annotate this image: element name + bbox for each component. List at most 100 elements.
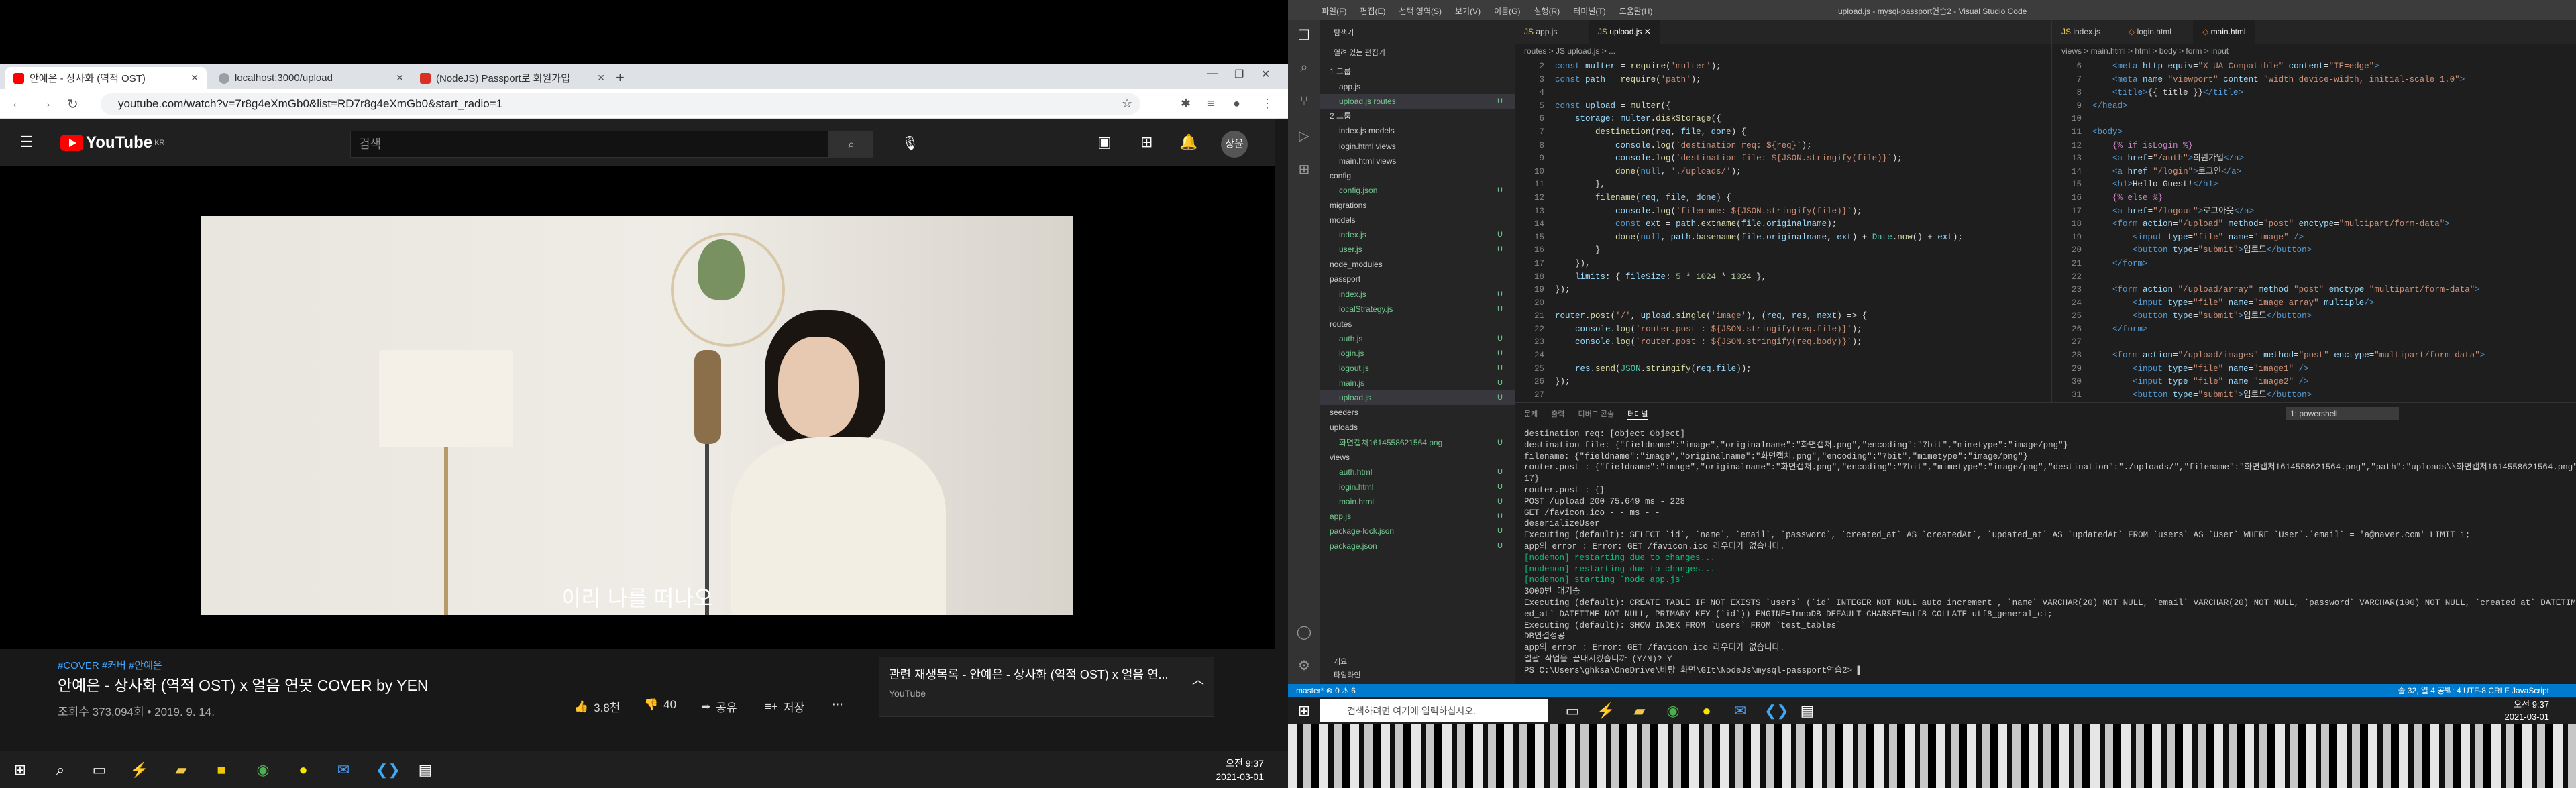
menu-file[interactable]: 파일(F): [1322, 5, 1346, 17]
account-icon[interactable]: ◯: [1296, 624, 1312, 640]
tab-output[interactable]: 출력: [1551, 408, 1564, 420]
windows-start-icon[interactable]: ⊞: [1295, 701, 1313, 720]
dislike-button[interactable]: 👎 40: [644, 698, 676, 712]
tab-localhost[interactable]: localhost:3000/upload ✕: [211, 67, 412, 89]
tab-login-html[interactable]: ◇ login.html: [2119, 20, 2181, 44]
new-tab-button[interactable]: +: [616, 69, 625, 87]
close-icon[interactable]: ✕: [396, 72, 404, 84]
youtube-logo[interactable]: YouTube KR: [60, 133, 164, 152]
tree-item[interactable]: upload.js routes U: [1320, 94, 1515, 109]
bell-icon[interactable]: 🔔: [1179, 133, 1197, 151]
maximize-icon[interactable]: ❐: [1234, 68, 1244, 81]
tree-item[interactable]: main.html U: [1320, 494, 1515, 509]
tab-youtube[interactable]: 안예은 - 상사화 (역적 OST) ✕: [5, 67, 207, 89]
menu-icon[interactable]: ⋮: [1261, 97, 1273, 111]
mail-icon[interactable]: ✉: [334, 761, 353, 779]
timeline-header[interactable]: 타임라인: [1334, 669, 1360, 680]
clock[interactable]: 오전 9:37 2021-03-01: [1216, 756, 1264, 783]
media-icon[interactable]: ≡: [1208, 97, 1215, 111]
status-left[interactable]: master* ⊗ 0 ⚠ 6: [1296, 684, 1356, 697]
video-player[interactable]: 이리 나를 떠나오: [0, 166, 1275, 649]
extensions-icon[interactable]: ✱: [1181, 97, 1191, 111]
tree-item[interactable]: uploads: [1320, 420, 1515, 435]
menu-help[interactable]: 도움말(H): [1619, 5, 1653, 17]
tree-item[interactable]: app.js U: [1320, 509, 1515, 524]
status-right[interactable]: 줄 32, 열 4 공백: 4 UTF-8 CRLF JavaScript: [2398, 684, 2549, 697]
chevron-up-icon[interactable]: ︿: [1192, 671, 1204, 688]
menu-edit[interactable]: 편집(E): [1360, 5, 1385, 17]
tree-item[interactable]: auth.js U: [1320, 331, 1515, 346]
tree-item[interactable]: 화면캡처1614558621564.png U: [1320, 435, 1515, 450]
tree-item[interactable]: migrations: [1320, 198, 1515, 213]
search-icon[interactable]: ⌕: [51, 761, 70, 779]
file-explorer-icon[interactable]: ▰: [1630, 701, 1649, 720]
app-icon[interactable]: ⚡: [130, 761, 149, 779]
more-button[interactable]: ⋯: [832, 698, 843, 712]
run-debug-icon[interactable]: ▷: [1296, 127, 1312, 144]
terminal-output[interactable]: destination req: [object Object] destina…: [1524, 429, 2576, 677]
menu-selection[interactable]: 선택 영역(S): [1399, 5, 1442, 17]
open-editors-header[interactable]: 열려 있는 편집기: [1334, 47, 1385, 58]
outline-header[interactable]: 개요: [1334, 656, 1347, 667]
tree-item[interactable]: 1 그룹: [1320, 64, 1515, 79]
tree-item[interactable]: views: [1320, 450, 1515, 465]
create-video-icon[interactable]: ▣: [1097, 133, 1112, 151]
explorer-icon[interactable]: ❐: [1296, 27, 1312, 43]
menu-go[interactable]: 이동(G): [1494, 5, 1520, 17]
apps-icon[interactable]: ⊞: [1140, 133, 1152, 151]
close-icon[interactable]: ✕: [191, 72, 199, 84]
tab-problems[interactable]: 문제: [1524, 408, 1538, 420]
tree-item[interactable]: routes: [1320, 317, 1515, 331]
tree-item[interactable]: 2 그룹: [1320, 109, 1515, 123]
tab-terminal[interactable]: 터미널: [1627, 408, 1648, 420]
tab-main-html[interactable]: ◇ main.html: [2193, 20, 2255, 44]
taskbar-search-input[interactable]: 검색하려면 여기에 입력하십시오.: [1320, 699, 1548, 722]
tree-item[interactable]: index.js models: [1320, 123, 1515, 138]
tree-item[interactable]: logout.js U: [1320, 361, 1515, 376]
terminal-icon[interactable]: ▤: [416, 761, 435, 779]
tree-item[interactable]: user.js U: [1320, 242, 1515, 257]
tree-item[interactable]: node_modules: [1320, 257, 1515, 272]
forward-icon[interactable]: →: [39, 96, 52, 111]
app-icon[interactable]: ⚡: [1597, 701, 1615, 720]
tree-item[interactable]: passport: [1320, 272, 1515, 286]
hamburger-icon[interactable]: ☰: [20, 133, 34, 151]
code-main-html[interactable]: 6 <meta http-equiv="X-UA-Compatible" con…: [2052, 60, 2576, 415]
profile-icon[interactable]: ●: [1233, 97, 1240, 111]
vscode-icon[interactable]: ❮❯: [376, 761, 400, 779]
tab-passport[interactable]: (NodeJS) Passport로 회원가입 ✕: [412, 67, 613, 89]
clock[interactable]: 오전 9:37 2021-03-01: [2505, 699, 2550, 723]
minimize-icon[interactable]: —: [1208, 68, 1218, 80]
tree-item[interactable]: login.html views: [1320, 139, 1515, 154]
windows-start-icon[interactable]: ⊞: [11, 761, 30, 779]
source-control-icon[interactable]: ⑂: [1296, 94, 1312, 110]
close-icon[interactable]: ✕: [597, 72, 605, 84]
tree-item[interactable]: index.js U: [1320, 287, 1515, 302]
tab-index-js[interactable]: JS index.js: [2052, 20, 2110, 44]
star-icon[interactable]: ☆: [1122, 97, 1132, 111]
file-explorer-icon[interactable]: ▰: [172, 761, 191, 779]
breadcrumb[interactable]: views > main.html > html > body > form >…: [2052, 44, 2576, 58]
tree-item[interactable]: auth.html U: [1320, 465, 1515, 480]
tree-item[interactable]: main.js U: [1320, 376, 1515, 390]
tree-item[interactable]: main.html views: [1320, 154, 1515, 168]
tab-upload-js[interactable]: JS upload.js ✕: [1589, 20, 1660, 44]
reload-icon[interactable]: ↻: [67, 96, 78, 113]
task-view-icon[interactable]: ▭: [1563, 701, 1582, 720]
tree-item[interactable]: app.js: [1320, 79, 1515, 94]
chrome-icon[interactable]: ◉: [1664, 701, 1682, 720]
related-playlist[interactable]: 관련 재생목록 - 안예은 - 상사화 (역적 OST) x 얼음 연... Y…: [879, 657, 1214, 717]
sticky-notes-icon[interactable]: ■: [212, 761, 231, 779]
tree-item[interactable]: upload.js U: [1320, 390, 1515, 406]
search-button[interactable]: ⌕: [829, 131, 873, 158]
mic-icon[interactable]: 🎙: [902, 135, 918, 152]
tree-item[interactable]: seeders: [1320, 405, 1515, 420]
tree-item[interactable]: config.json U: [1320, 183, 1515, 198]
kakaotalk-icon[interactable]: ●: [1697, 701, 1716, 720]
share-button[interactable]: ➦ 공유: [701, 698, 737, 715]
tree-item[interactable]: localStrategy.js U: [1320, 302, 1515, 317]
kakaotalk-icon[interactable]: ●: [294, 761, 313, 779]
avatar[interactable]: 상윤: [1221, 131, 1248, 158]
vscode-icon[interactable]: ❮❯: [1764, 701, 1789, 720]
menu-run[interactable]: 실행(R): [1534, 5, 1560, 17]
